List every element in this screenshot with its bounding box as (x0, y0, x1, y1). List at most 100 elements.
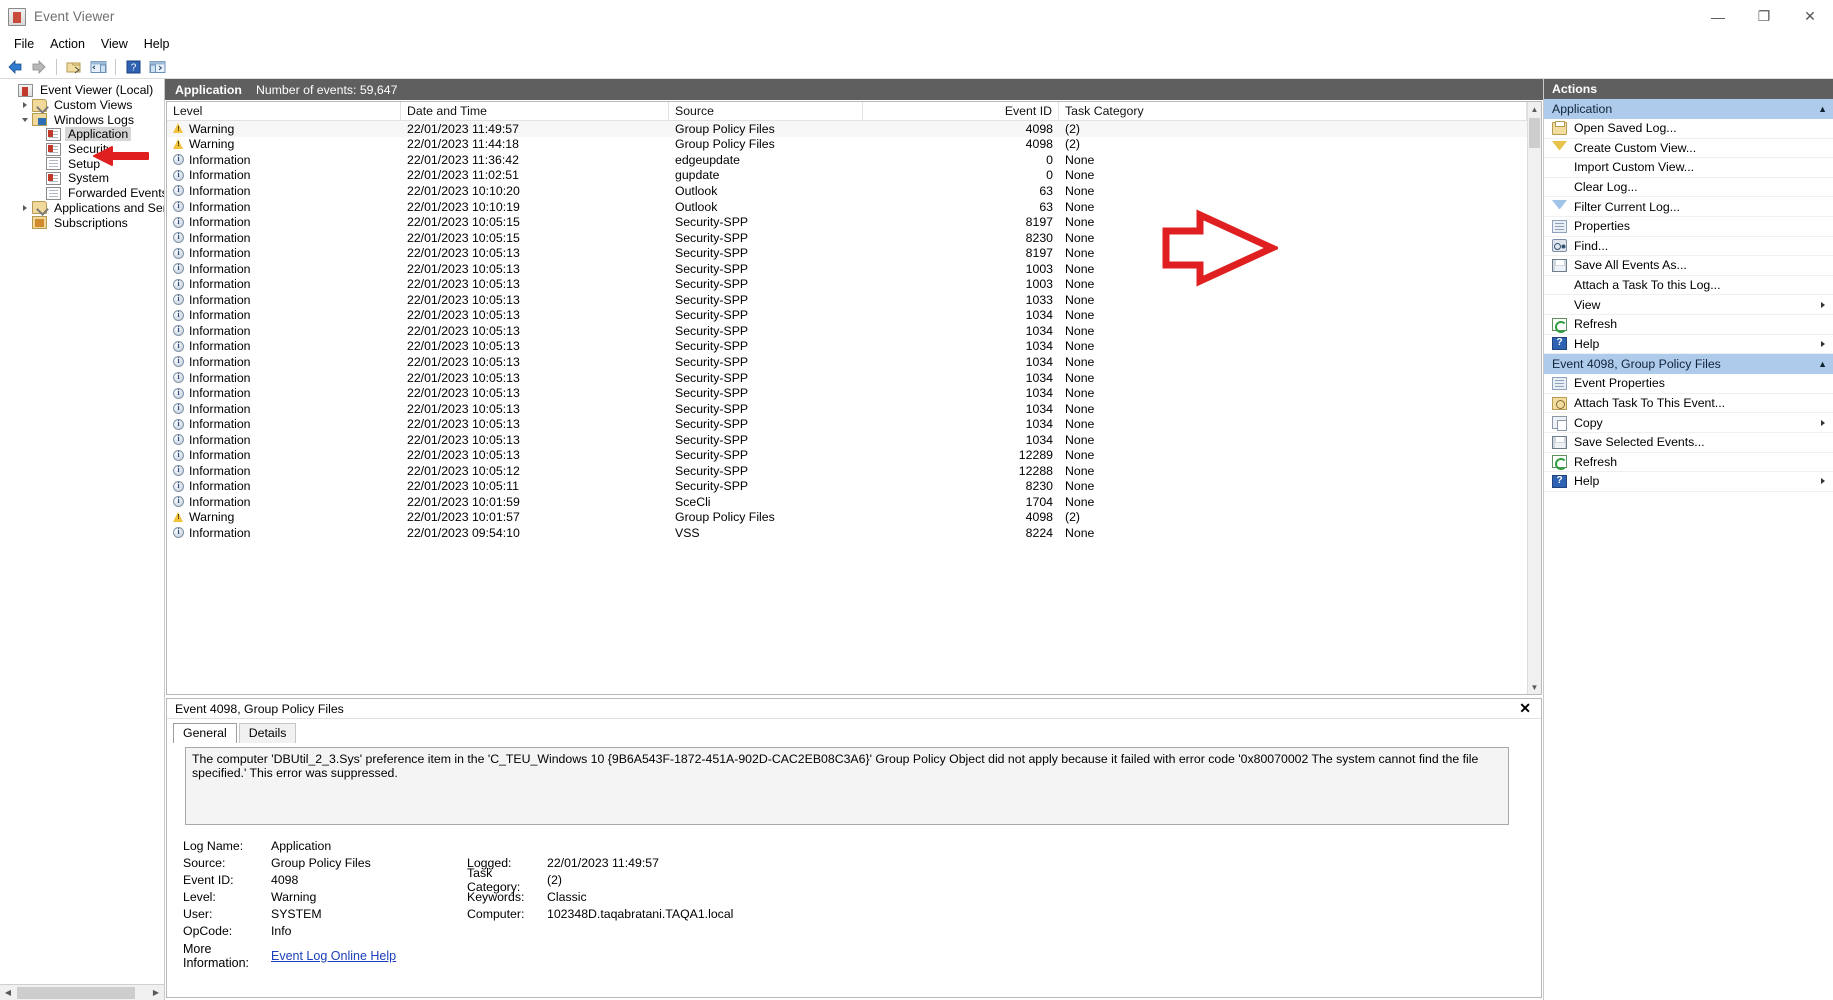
help-button[interactable]: ? (122, 56, 144, 77)
action-item-attach-task-to-this-event[interactable]: Attach Task To This Event... (1544, 394, 1833, 414)
action-item-save-selected-events[interactable]: Save Selected Events... (1544, 433, 1833, 453)
back-button[interactable] (4, 56, 26, 77)
action-item-refresh[interactable]: Refresh (1544, 315, 1833, 335)
close-button[interactable]: ✕ (1787, 0, 1833, 33)
table-row[interactable]: Information 22/01/2023 10:10:19 Outlook 63 N… (167, 199, 1527, 215)
actions-section-header[interactable]: Application ▲ (1544, 99, 1833, 119)
table-row[interactable]: Information 22/01/2023 09:54:10 VSS 8224 Non… (167, 525, 1527, 541)
action-item-refresh[interactable]: Refresh (1544, 453, 1833, 473)
table-row[interactable]: Information 22/01/2023 10:05:13 Security-S… (167, 354, 1527, 370)
tab-details[interactable]: Details (238, 723, 297, 743)
action-item-find[interactable]: Find... (1544, 237, 1833, 257)
action-item-properties[interactable]: Properties (1544, 217, 1833, 237)
forward-button[interactable] (28, 56, 50, 77)
action-item-open-saved-log[interactable]: Open Saved Log... (1544, 119, 1833, 139)
action-item-event-properties[interactable]: Event Properties (1544, 374, 1833, 394)
column-header-datetime[interactable]: Date and Time (401, 102, 669, 120)
table-row[interactable]: Information 22/01/2023 10:05:13 Security-S… (167, 276, 1527, 292)
tree-item-forwarded-events[interactable]: Forwarded Events (0, 186, 164, 201)
show-hide-tree-button[interactable] (63, 56, 85, 77)
scroll-down-arrow[interactable]: ▼ (1528, 680, 1541, 694)
chevron-up-icon[interactable]: ▲ (1818, 359, 1827, 369)
maximize-button[interactable]: ❐ (1741, 0, 1787, 33)
table-row[interactable]: Information 22/01/2023 10:05:13 Security-S… (167, 308, 1527, 324)
chevron-right-icon[interactable] (1821, 478, 1825, 485)
chevron-right-icon[interactable] (18, 102, 32, 109)
table-row[interactable]: Information 22/01/2023 10:05:12 Security-S… (167, 463, 1527, 479)
tree-item-custom-views[interactable]: Custom Views (0, 98, 164, 113)
tree-item-event-viewer-local[interactable]: Event Viewer (Local) (0, 83, 164, 98)
chevron-right-icon[interactable] (18, 204, 32, 211)
table-row[interactable]: Warning 22/01/2023 11:44:18 Group Policy F… (167, 137, 1527, 153)
chevron-right-icon[interactable] (1821, 301, 1825, 308)
table-row[interactable]: Information 22/01/2023 10:05:13 Security-S… (167, 261, 1527, 277)
show-hide-action-pane-button[interactable] (87, 56, 109, 77)
column-header-eventid[interactable]: Event ID (863, 102, 1059, 120)
table-row[interactable]: Information 22/01/2023 10:05:13 Security-S… (167, 432, 1527, 448)
actions-list: Application ▲ Open Saved Log... Create Cust… (1544, 99, 1833, 492)
event-log-online-help-link[interactable]: Event Log Online Help (271, 949, 396, 963)
cell-source: gupdate (675, 168, 720, 183)
menu-view[interactable]: View (93, 36, 136, 52)
minimize-button[interactable]: — (1695, 0, 1741, 33)
action-item-filter-current-log[interactable]: Filter Current Log... (1544, 197, 1833, 217)
table-row[interactable]: Information 22/01/2023 10:05:13 Security-S… (167, 292, 1527, 308)
table-row[interactable]: Information 22/01/2023 11:36:42 edgeupdate… (167, 152, 1527, 168)
table-row[interactable]: Warning 22/01/2023 11:49:57 Group Policy F… (167, 121, 1527, 137)
tree-item-windows-logs[interactable]: Windows Logs (0, 112, 164, 127)
action-item-help[interactable]: Help (1544, 472, 1833, 492)
action-item-clear-log[interactable]: Clear Log... (1544, 178, 1833, 198)
chevron-right-icon[interactable] (1821, 419, 1825, 426)
column-header-level[interactable]: Level (167, 102, 401, 120)
tab-general[interactable]: General (173, 723, 237, 743)
action-item-copy[interactable]: Copy (1544, 413, 1833, 433)
action-item-view[interactable]: View (1544, 295, 1833, 315)
scroll-right-arrow[interactable]: ▶ (148, 985, 164, 1000)
actions-section-header[interactable]: Event 4098, Group Policy Files ▲ (1544, 354, 1833, 375)
table-row[interactable]: Information 22/01/2023 11:02:51 gupdate 0 No… (167, 168, 1527, 184)
tree-item-setup[interactable]: Setup (0, 156, 164, 171)
column-header-taskcategory[interactable]: Task Category (1059, 102, 1527, 120)
tree-item-application[interactable]: Application (0, 127, 164, 142)
chevron-up-icon[interactable]: ▲ (1818, 104, 1827, 114)
action-item-help[interactable]: Help (1544, 335, 1833, 355)
tree-horizontal-scrollbar[interactable]: ◀ ▶ (0, 984, 164, 1000)
table-row[interactable]: Information 22/01/2023 10:05:13 Security-S… (167, 401, 1527, 417)
chevron-right-icon[interactable] (1821, 340, 1825, 347)
chevron-down-icon[interactable] (18, 117, 32, 122)
table-row[interactable]: Information 22/01/2023 10:05:13 Security-S… (167, 339, 1527, 355)
scroll-left-arrow[interactable]: ◀ (0, 985, 16, 1000)
table-row[interactable]: Information 22/01/2023 10:05:13 Security-S… (167, 370, 1527, 386)
action-item-create-custom-view[interactable]: Create Custom View... (1544, 139, 1833, 159)
tree-scroll-thumb[interactable] (17, 987, 135, 999)
scroll-track[interactable] (1528, 116, 1541, 680)
column-header-source[interactable]: Source (669, 102, 863, 120)
table-row[interactable]: Information 22/01/2023 10:05:13 Security-S… (167, 447, 1527, 463)
table-row[interactable]: Warning 22/01/2023 10:01:57 Group Policy F… (167, 510, 1527, 526)
scroll-thumb[interactable] (1529, 118, 1540, 148)
menu-help[interactable]: Help (136, 36, 178, 52)
menu-action[interactable]: Action (42, 36, 93, 52)
table-row[interactable]: Information 22/01/2023 10:05:11 Security-S… (167, 479, 1527, 495)
table-row[interactable]: Information 22/01/2023 10:05:13 Security-S… (167, 416, 1527, 432)
tree-item-system[interactable]: System (0, 171, 164, 186)
event-list-scrollbar[interactable]: ▲ ▼ (1527, 102, 1541, 694)
tree-item-security[interactable]: Security (0, 142, 164, 157)
tree-item-subscriptions[interactable]: Subscriptions (0, 215, 164, 230)
tree-item-applications-and-services-lo[interactable]: Applications and Services Lo (0, 201, 164, 216)
scroll-up-arrow[interactable]: ▲ (1528, 102, 1541, 116)
close-icon[interactable]: ✕ (1515, 700, 1535, 717)
action-item-attach-a-task-to-this-log[interactable]: Attach a Task To this Log... (1544, 276, 1833, 296)
table-row[interactable]: Information 22/01/2023 10:10:20 Outlook 63 N… (167, 183, 1527, 199)
help-icon (1552, 337, 1567, 351)
table-row[interactable]: Information 22/01/2023 10:05:13 Security-S… (167, 245, 1527, 261)
menu-file[interactable]: File (6, 36, 42, 52)
table-row[interactable]: Information 22/01/2023 10:01:59 SceCli 1704… (167, 494, 1527, 510)
action-item-save-all-events-as[interactable]: Save All Events As... (1544, 256, 1833, 276)
preview-pane-button[interactable] (146, 56, 168, 77)
action-item-import-custom-view[interactable]: Import Custom View... (1544, 158, 1833, 178)
table-row[interactable]: Information 22/01/2023 10:05:13 Security-S… (167, 323, 1527, 339)
table-row[interactable]: Information 22/01/2023 10:05:13 Security-S… (167, 385, 1527, 401)
table-row[interactable]: Information 22/01/2023 10:05:15 Security-S… (167, 214, 1527, 230)
table-row[interactable]: Information 22/01/2023 10:05:15 Security-S… (167, 230, 1527, 246)
